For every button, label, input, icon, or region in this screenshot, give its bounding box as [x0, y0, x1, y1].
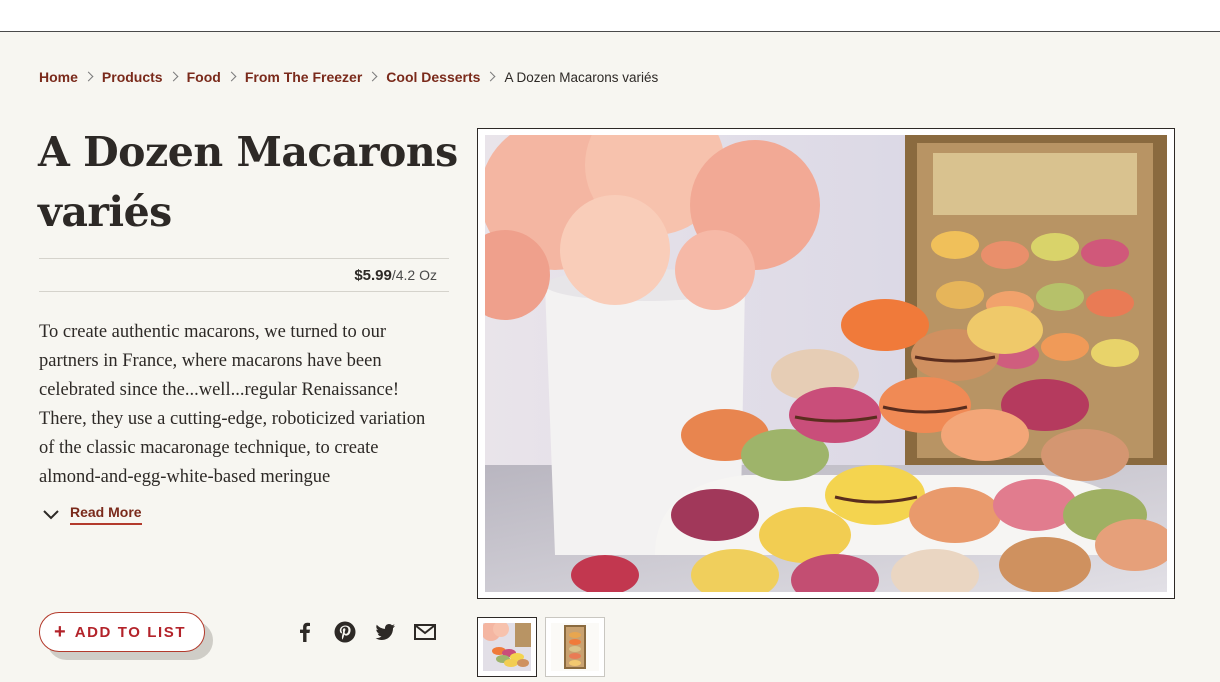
- plus-icon: +: [54, 621, 66, 643]
- email-icon[interactable]: [413, 620, 437, 644]
- price-row: $5.99/4.2 Oz: [39, 258, 449, 292]
- breadcrumb-cool-desserts[interactable]: Cool Desserts: [386, 69, 480, 85]
- breadcrumb: Home Products Food From The Freezer Cool…: [39, 66, 658, 88]
- read-more-button[interactable]: Read More: [42, 504, 142, 525]
- thumbnail-2[interactable]: [545, 617, 605, 677]
- product-image-frame: [477, 128, 1175, 599]
- chevron-right-icon: [480, 70, 504, 84]
- product-unit: /4.2 Oz: [391, 267, 437, 283]
- breadcrumb-home[interactable]: Home: [39, 69, 78, 85]
- thumbnail-2-image: [551, 623, 599, 671]
- add-to-list-button[interactable]: + ADD TO LIST: [39, 612, 205, 652]
- thumbnail-1[interactable]: [477, 617, 537, 677]
- breadcrumb-current: A Dozen Macarons variés: [504, 69, 659, 85]
- chevron-right-icon: [163, 70, 187, 84]
- chevron-right-icon: [221, 70, 245, 84]
- add-to-list-label: ADD TO LIST: [74, 623, 187, 641]
- chevron-right-icon: [78, 70, 102, 84]
- add-to-list-wrapper: + ADD TO LIST: [39, 612, 215, 660]
- twitter-icon[interactable]: [373, 620, 397, 644]
- product-price: $5.99: [354, 266, 392, 284]
- product-description: To create authentic macarons, we turned …: [39, 322, 426, 487]
- breadcrumb-food[interactable]: Food: [187, 69, 221, 85]
- thumbnail-1-image: [483, 623, 531, 671]
- breadcrumb-products[interactable]: Products: [102, 69, 163, 85]
- product-title-line1: A Dozen Macarons: [38, 128, 458, 176]
- breadcrumb-from-the-freezer[interactable]: From The Freezer: [245, 69, 362, 85]
- pinterest-icon[interactable]: [333, 620, 357, 644]
- product-title-line2: variés: [38, 188, 172, 236]
- chevron-down-icon: [42, 506, 60, 524]
- facebook-icon[interactable]: [293, 620, 317, 644]
- top-nav-bar: [0, 0, 1220, 32]
- read-more-label: Read More: [70, 504, 142, 525]
- product-title: A Dozen Macarons variés: [38, 122, 458, 242]
- product-main-image: [485, 135, 1167, 592]
- chevron-right-icon: [362, 70, 386, 84]
